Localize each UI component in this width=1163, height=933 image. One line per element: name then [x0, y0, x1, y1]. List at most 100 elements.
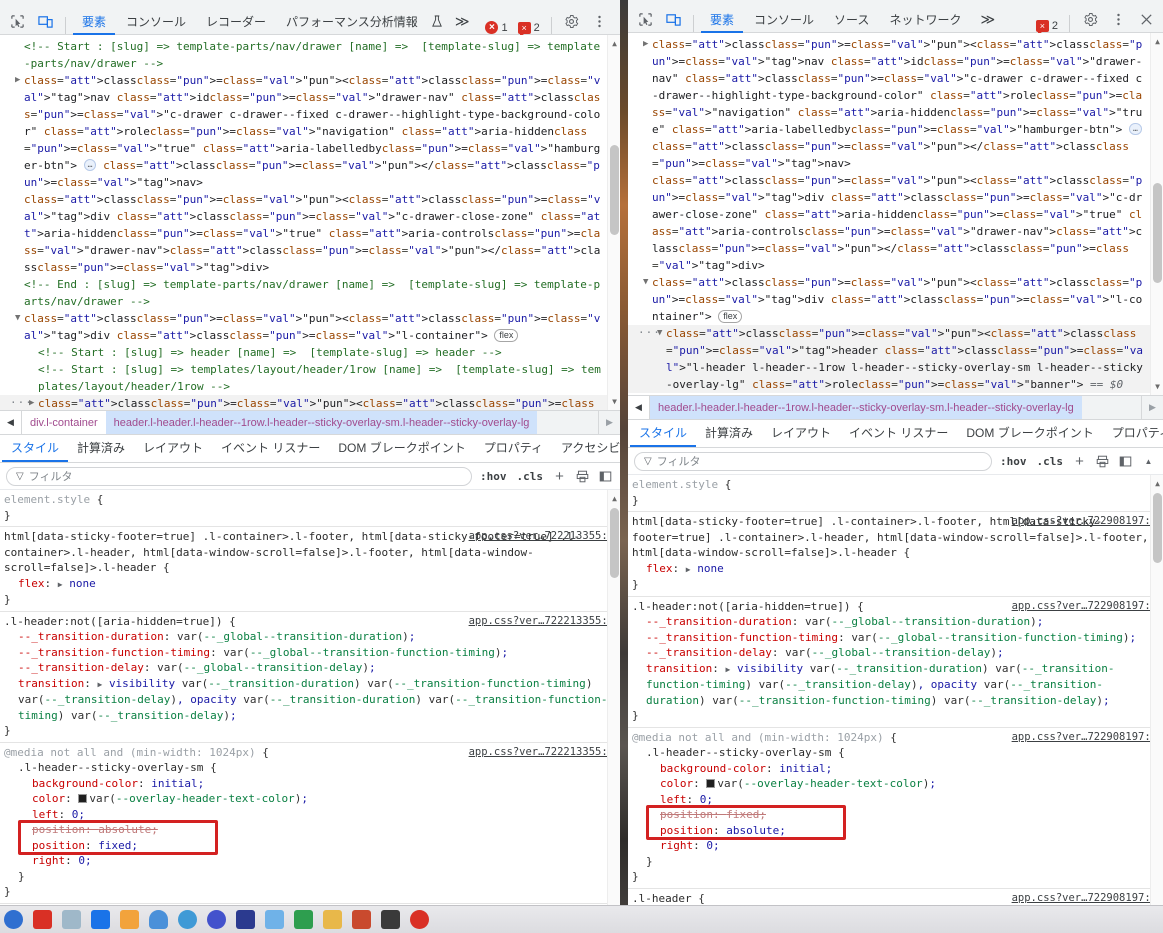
css-rule[interactable]: app.css?ver…722213355:1 .l-header:not([ar…: [0, 612, 620, 743]
breadcrumb-item-header[interactable]: header.l-header.l-header--1row.l-header-…: [105, 411, 538, 434]
toggle-pane-icon[interactable]: [1117, 453, 1134, 470]
tab-network[interactable]: ネットワーク: [880, 7, 970, 33]
tab-recorder[interactable]: レコーダー: [197, 9, 275, 35]
inspect-icon[interactable]: [4, 8, 30, 34]
new-style-rule-icon[interactable]: +: [551, 468, 568, 485]
css-declaration[interactable]: --_transition-delay: var(--_global--tran…: [4, 660, 616, 676]
sidebar-tab-computed[interactable]: 計算済み: [68, 435, 134, 462]
error-badge[interactable]: × 1: [481, 21, 511, 34]
breadcrumb-scroll-right[interactable]: ▶: [598, 411, 620, 434]
dom-node[interactable]: ▼class="att">classclass="pun">=class="va…: [628, 324, 1163, 393]
css-declaration[interactable]: position: fixed;: [632, 807, 1159, 823]
expand-arrow[interactable]: ▶: [29, 395, 34, 410]
tab-console[interactable]: コンソール: [745, 7, 823, 33]
print-icon[interactable]: [574, 468, 591, 485]
warning-badge[interactable]: × 2: [514, 22, 544, 37]
inspect-icon[interactable]: [632, 6, 658, 32]
taskbar-icon-1[interactable]: [4, 910, 23, 929]
close-icon[interactable]: [1133, 6, 1159, 32]
css-rule[interactable]: element.style {}: [0, 490, 620, 527]
taskbar-icon-2[interactable]: [33, 910, 52, 929]
cls-button[interactable]: .cls: [1035, 455, 1066, 468]
right-dom-scrollbar[interactable]: ▲ ▼: [1150, 33, 1163, 395]
css-source-link[interactable]: app.css?ver…722908197:1: [1012, 599, 1157, 615]
taskbar-icon-8[interactable]: [207, 910, 226, 929]
dom-node[interactable]: <!-- End : [slug] => template-parts/nav/…: [0, 276, 620, 310]
styles-filter-input[interactable]: ▽ フィルタ: [634, 451, 992, 471]
css-source-link[interactable]: app.css?ver…722908197:1: [1012, 891, 1157, 907]
dom-node[interactable]: ▶class="att">classclass="pun">=class="va…: [628, 36, 1163, 172]
expand-arrow[interactable]: ▶: [643, 36, 648, 53]
taskbar-icon-6[interactable]: [149, 910, 168, 929]
flex-badge[interactable]: flex: [494, 329, 519, 342]
sidebar-tab-properties[interactable]: プロパティ: [475, 435, 552, 462]
tab-sources[interactable]: ソース: [825, 7, 878, 33]
styles-filter-input[interactable]: ▽ フィルタ: [6, 466, 472, 486]
sidebar-tab-event-listeners[interactable]: イベント リスナー: [212, 435, 329, 462]
warning-badge[interactable]: × 2: [1032, 20, 1062, 35]
sidebar-tab-dom-breakpoints[interactable]: DOM ブレークポイント: [329, 435, 474, 462]
scroll-up-icon[interactable]: ▲: [608, 37, 620, 50]
tab-console[interactable]: コンソール: [117, 9, 195, 35]
expand-value-arrow[interactable]: ▶: [686, 565, 691, 574]
css-rule[interactable]: app.css?ver…722908197:1 html[data-sticky-…: [628, 512, 1163, 597]
css-declaration[interactable]: color: var(--overlay-header-text-color);: [632, 776, 1159, 792]
css-declaration[interactable]: background-color: initial;: [632, 761, 1159, 777]
css-declaration[interactable]: position: fixed;: [4, 838, 616, 854]
sidebar-tab-event-listeners[interactable]: イベント リスナー: [840, 420, 957, 447]
taskbar-icon-7[interactable]: [178, 910, 197, 929]
print-icon[interactable]: [1094, 453, 1111, 470]
css-selector[interactable]: element.style {: [4, 492, 616, 508]
css-declaration[interactable]: right: 0;: [632, 838, 1159, 854]
css-source-link[interactable]: app.css?ver…722213355:1: [469, 745, 614, 761]
css-declaration[interactable]: transition: ▶ visibility var(--_transiti…: [4, 676, 616, 724]
tab-elements[interactable]: 要素: [73, 9, 116, 35]
right-styles-pane[interactable]: element.style {} app.css?ver…722908197:1 h…: [628, 475, 1163, 917]
scroll-up-icon[interactable]: ▲: [1151, 35, 1163, 48]
more-tabs-button[interactable]: ≫: [972, 7, 1003, 33]
expand-arrow[interactable]: ▶: [15, 72, 20, 89]
more-options-icon[interactable]: [587, 8, 613, 34]
color-swatch[interactable]: [706, 779, 716, 788]
dom-node[interactable]: ▼class="att">classclass="pun">=class="va…: [0, 310, 620, 344]
expand-value-arrow[interactable]: ▶: [725, 665, 730, 674]
css-rule[interactable]: app.css?ver…722908197:1 @media not all an…: [628, 728, 1163, 889]
toggle-pane-icon[interactable]: [597, 468, 614, 485]
scroll-up-icon[interactable]: ▲: [1151, 477, 1163, 490]
css-declaration[interactable]: --_transition-duration: var(--_global--t…: [4, 629, 616, 645]
sidebar-tab-layout[interactable]: レイアウト: [134, 435, 212, 462]
device-toggle-icon[interactable]: [32, 8, 58, 34]
css-declaration[interactable]: flex: ▶ none: [632, 561, 1159, 578]
hov-button[interactable]: :hov: [478, 470, 509, 483]
styles-scroll-up-icon[interactable]: ▲: [1140, 453, 1157, 470]
cls-button[interactable]: .cls: [515, 470, 546, 483]
more-options-icon[interactable]: [1105, 6, 1131, 32]
sidebar-tab-dom-breakpoints[interactable]: DOM ブレークポイント: [957, 420, 1102, 447]
right-dom-tree[interactable]: ▶ class="att">classclass="pun">=class="va…: [628, 33, 1163, 395]
taskbar[interactable]: [0, 905, 1163, 933]
breadcrumb-scroll-right[interactable]: ▶: [1141, 396, 1163, 419]
scroll-up-icon[interactable]: ▲: [608, 492, 620, 505]
css-source-link[interactable]: app.css?ver…722908197:1: [1012, 730, 1157, 746]
taskbar-icon-4[interactable]: [91, 910, 110, 929]
left-styles-pane[interactable]: element.style {} app.css?ver…722213355:1 h…: [0, 490, 620, 917]
css-rule[interactable]: app.css?ver…722213355:1 html[data-sticky-…: [0, 527, 620, 612]
close-icon[interactable]: [615, 8, 620, 34]
css-rule[interactable]: app.css?ver…722908197:1 .l-header:not([ar…: [628, 597, 1163, 728]
taskbar-icon-3[interactable]: [62, 910, 81, 929]
css-declaration[interactable]: --_transition-delay: var(--_global--tran…: [632, 645, 1159, 661]
scroll-thumb[interactable]: [1153, 493, 1162, 563]
more-tabs-button[interactable]: ≫: [447, 9, 478, 35]
css-source-link[interactable]: app.css?ver…722213355:1: [469, 614, 614, 630]
right-styles-scrollbar[interactable]: ▲ ▼: [1150, 475, 1163, 917]
gear-icon[interactable]: [1077, 6, 1103, 32]
dom-node[interactable]: <!-- Start : [slug] => templates/layout/…: [0, 361, 620, 395]
collapse-arrow[interactable]: ▼: [657, 325, 662, 342]
device-toggle-icon[interactable]: [660, 6, 686, 32]
scroll-thumb[interactable]: [610, 508, 619, 578]
css-declaration[interactable]: position: absolute;: [632, 823, 1159, 839]
scroll-down-icon[interactable]: ▼: [608, 395, 620, 408]
dom-node[interactable]: ▶class="att">classclass="pun">=class="va…: [0, 72, 620, 191]
breadcrumb-item-container[interactable]: div.l-container: [22, 411, 106, 434]
dom-node[interactable]: ▶class="att">classclass="pun">=class="va…: [0, 394, 620, 410]
